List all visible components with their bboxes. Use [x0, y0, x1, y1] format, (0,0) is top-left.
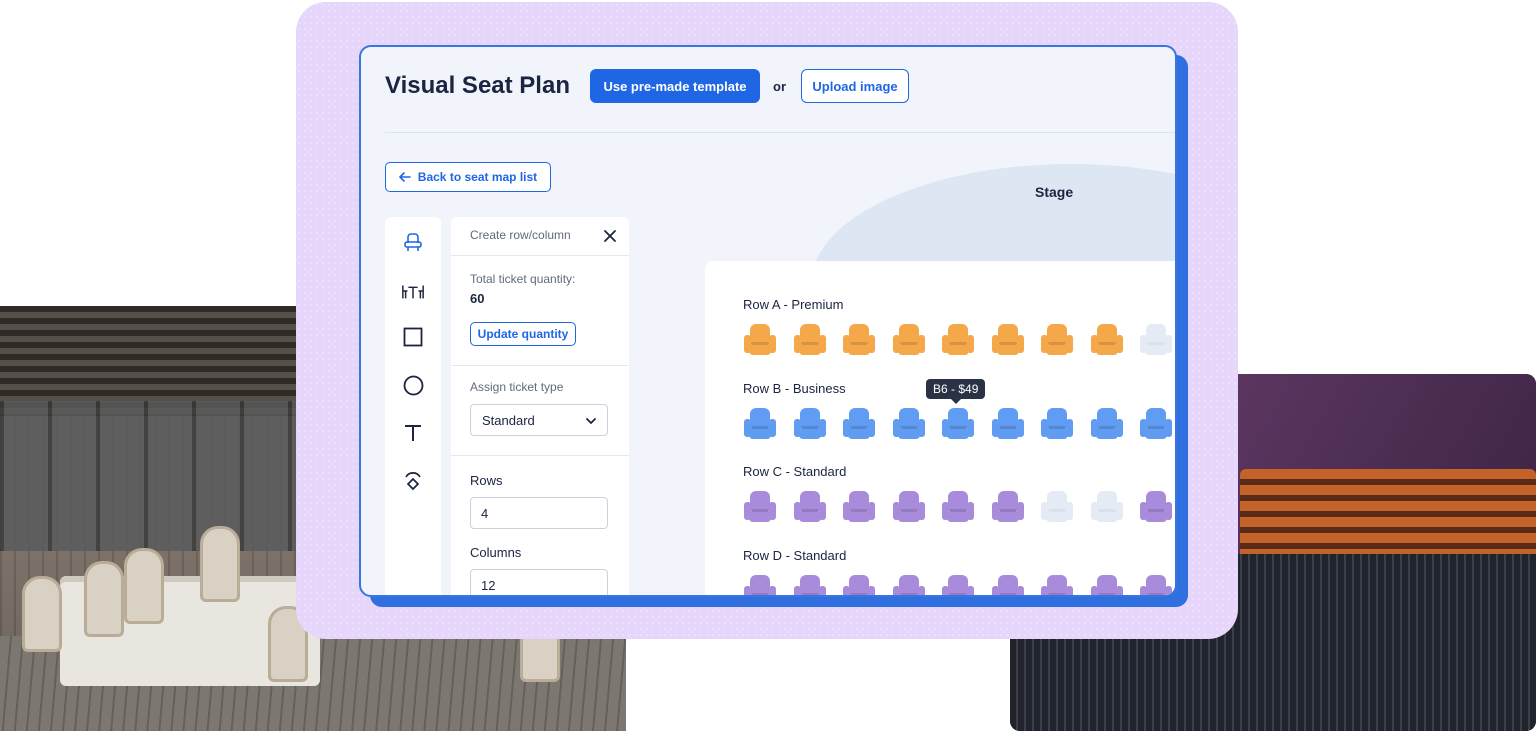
seat[interactable] — [1090, 574, 1124, 595]
seat[interactable] — [991, 574, 1025, 595]
assign-ticket-label: Assign ticket type — [470, 380, 564, 394]
seat[interactable] — [793, 490, 827, 524]
ticket-type-select[interactable]: Standard — [470, 404, 608, 436]
header-divider — [385, 132, 1175, 133]
seat[interactable] — [991, 407, 1025, 441]
seat[interactable] — [892, 574, 926, 595]
upload-image-button[interactable]: Upload image — [801, 69, 909, 103]
seat[interactable] — [842, 407, 876, 441]
seat[interactable] — [941, 574, 975, 595]
total-quantity-label: Total ticket quantity: — [470, 272, 576, 286]
seat[interactable] — [1090, 323, 1124, 357]
row-label: Row D - Standard — [743, 548, 847, 563]
seat[interactable] — [1040, 407, 1074, 441]
square-icon — [403, 327, 423, 347]
seat[interactable] — [991, 323, 1025, 357]
seat[interactable] — [743, 323, 777, 357]
seat[interactable] — [743, 407, 777, 441]
seat[interactable] — [743, 490, 777, 524]
page-title: Visual Seat Plan — [385, 72, 570, 99]
shape-icon — [405, 472, 421, 491]
seat[interactable] — [941, 490, 975, 524]
seat-tool[interactable] — [401, 231, 425, 255]
seat[interactable] — [1139, 323, 1173, 357]
create-row-panel: Create row/column Total ticket quantity:… — [451, 217, 629, 595]
seat[interactable] — [991, 490, 1025, 524]
seat[interactable] — [941, 323, 975, 357]
use-template-button[interactable]: Use pre-made template — [590, 69, 760, 103]
seat-tooltip: B6 - $49 — [926, 379, 986, 404]
row-label: Row C - Standard — [743, 464, 847, 479]
panel-header: Create row/column — [451, 217, 629, 256]
seat[interactable] — [842, 574, 876, 595]
table-icon — [402, 285, 424, 299]
tool-sidebar — [385, 217, 441, 595]
seat[interactable] — [1090, 490, 1124, 524]
seat-plan-app: Visual Seat Plan Use pre-made template o… — [359, 45, 1177, 597]
panel-divider — [451, 365, 629, 366]
back-button-label: Back to seat map list — [417, 170, 538, 184]
text-tool[interactable] — [401, 421, 425, 445]
chevron-down-icon — [586, 418, 596, 424]
seat[interactable] — [1139, 407, 1173, 441]
update-quantity-button[interactable]: Update quantity — [470, 322, 576, 346]
back-to-list-button[interactable]: Back to seat map list — [385, 162, 551, 192]
seat[interactable] — [892, 407, 926, 441]
seat[interactable] — [793, 323, 827, 357]
ticket-type-value: Standard — [482, 413, 535, 428]
rows-label: Rows — [470, 473, 503, 488]
seat-map-canvas: Row A - Premium Row B - Business Row C -… — [705, 261, 1175, 595]
text-icon — [405, 425, 421, 441]
arrow-left-icon — [398, 172, 411, 182]
seat[interactable] — [793, 574, 827, 595]
rectangle-tool[interactable] — [401, 325, 425, 349]
row-label: Row A - Premium — [743, 297, 844, 312]
seat[interactable] — [1090, 407, 1124, 441]
table-tool[interactable] — [401, 279, 425, 303]
seat[interactable] — [892, 323, 926, 357]
seat[interactable] — [1040, 323, 1074, 357]
seat[interactable] — [743, 574, 777, 595]
seat[interactable] — [842, 490, 876, 524]
columns-label: Columns — [470, 545, 522, 560]
columns-input[interactable] — [470, 569, 608, 595]
circle-tool[interactable] — [401, 373, 425, 397]
seat-icon — [404, 233, 422, 251]
stage-label: Stage — [1035, 184, 1074, 200]
seat[interactable] — [1139, 574, 1173, 595]
rows-input[interactable] — [470, 497, 608, 529]
seat[interactable] — [793, 407, 827, 441]
circle-icon — [403, 375, 423, 395]
seat[interactable] — [892, 490, 926, 524]
seat[interactable] — [1040, 574, 1074, 595]
or-separator: or — [773, 79, 786, 94]
close-icon[interactable] — [601, 227, 619, 245]
seat[interactable] — [1040, 490, 1074, 524]
total-quantity-value: 60 — [470, 291, 485, 306]
panel-divider — [451, 455, 629, 456]
seat[interactable] — [941, 407, 975, 441]
row-label: Row B - Business — [743, 381, 846, 396]
shape-tool[interactable] — [401, 469, 425, 493]
seat[interactable] — [842, 323, 876, 357]
panel-title: Create row/column — [470, 228, 571, 242]
seat[interactable] — [1139, 490, 1173, 524]
